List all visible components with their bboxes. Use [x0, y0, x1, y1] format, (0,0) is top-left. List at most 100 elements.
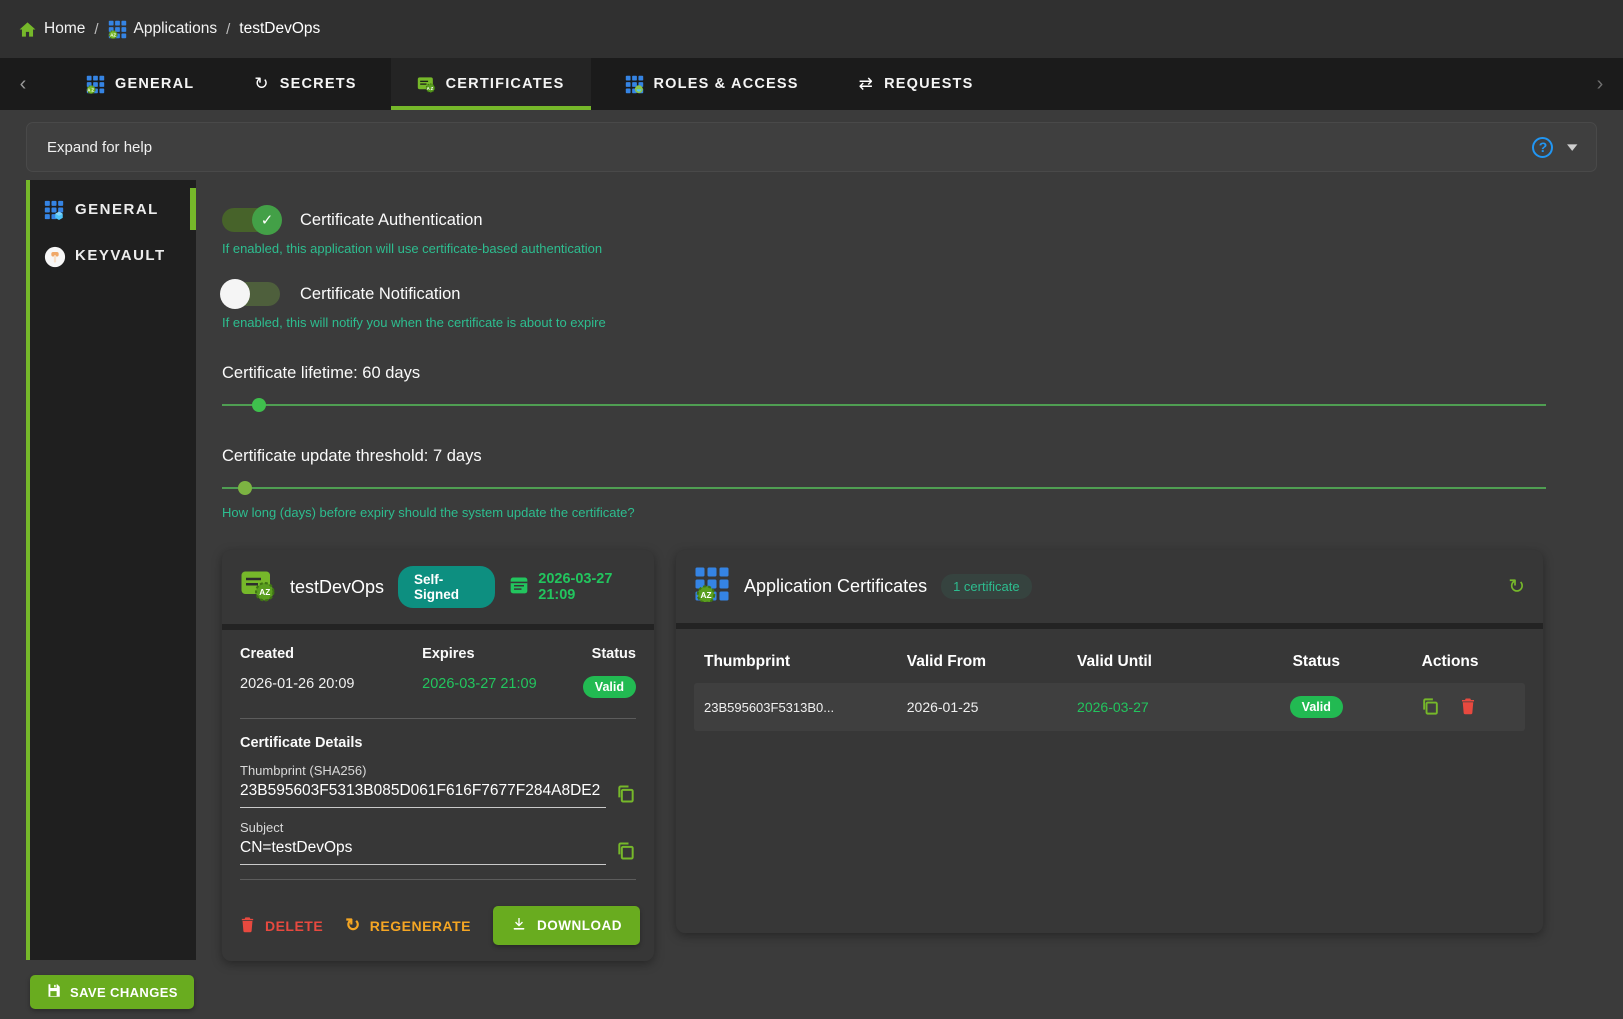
breadcrumb: Home / AZ Applications / testDevOps: [0, 0, 1623, 58]
certificates-table: Thumbprint Valid From Valid Until Status…: [676, 629, 1543, 749]
certificate-card-title: testDevOps: [290, 577, 384, 598]
sidebar-item-general[interactable]: GENERAL: [30, 186, 196, 232]
svg-text:AZ: AZ: [426, 85, 434, 90]
row-valid-until: 2026-03-27: [1077, 699, 1247, 715]
certificate-notification-toggle[interactable]: [222, 282, 280, 306]
general-grid-icon: AZ: [86, 75, 105, 94]
tab-bar: ‹ AZ GENERAL ↻ SECRETS AZ CERTIFICATES R…: [0, 58, 1623, 110]
tab-certificates[interactable]: AZ CERTIFICATES: [391, 58, 591, 110]
created-value: 2026-01-26 20:09: [240, 676, 422, 698]
created-label: Created: [240, 646, 422, 662]
divider: [240, 718, 636, 719]
divider: [240, 879, 636, 880]
calendar-icon: [509, 575, 529, 599]
status-badge: Valid: [583, 676, 636, 698]
tab-secrets[interactable]: ↻ SECRETS: [228, 58, 382, 110]
trash-icon: [239, 916, 256, 936]
certificate-count-badge: 1 certificate: [941, 574, 1031, 599]
expires-label: Expires: [422, 646, 569, 662]
regenerate-certificate-button[interactable]: ↻ REGENERATE: [345, 915, 471, 936]
chevron-down-icon[interactable]: ▾: [1568, 139, 1578, 155]
toggle-knob: [220, 279, 250, 309]
requests-transfer-icon: ⇄: [859, 74, 874, 94]
certificate-threshold-slider[interactable]: [222, 480, 1546, 496]
certificate-threshold-label: Certificate update threshold: 7 days: [222, 447, 1623, 466]
slider-thumb[interactable]: [238, 481, 252, 495]
col-valid-from: Valid From: [907, 653, 1077, 671]
certificate-authentication-toggle[interactable]: ✓: [222, 208, 280, 232]
help-icon[interactable]: ?: [1532, 137, 1553, 158]
copy-subject-icon[interactable]: [616, 841, 636, 861]
thumbprint-label: Thumbprint (SHA256): [222, 751, 654, 778]
expires-value: 2026-03-27 21:09: [422, 676, 569, 698]
certificate-notification-label: Certificate Notification: [300, 285, 460, 304]
status-label: Status: [569, 646, 636, 662]
download-icon: [511, 916, 527, 935]
home-icon: [18, 20, 37, 39]
row-status-badge: Valid: [1290, 696, 1343, 718]
breadcrumb-separator: /: [226, 21, 230, 38]
application-certificates-card: AZ Application Certificates 1 certificat…: [676, 550, 1543, 933]
subject-value: CN=testDevOps: [240, 839, 606, 865]
download-certificate-button[interactable]: DOWNLOAD: [493, 906, 640, 945]
general-section-icon: [44, 200, 63, 219]
certificate-card: AZ testDevOps Self-Signed 2026-03-27 21:…: [222, 550, 654, 961]
certificate-details-title: Certificate Details: [222, 733, 654, 751]
slider-thumb[interactable]: [252, 398, 266, 412]
breadcrumb-applications[interactable]: AZ Applications: [108, 20, 218, 39]
save-changes-button[interactable]: SAVE CHANGES: [30, 975, 194, 1009]
svg-text:AZ: AZ: [87, 87, 95, 92]
breadcrumb-current: testDevOps: [239, 20, 320, 38]
certificate-authentication-help: If enabled, this application will use ce…: [222, 241, 1623, 256]
save-icon: [46, 983, 61, 1001]
col-thumbprint: Thumbprint: [704, 653, 907, 671]
breadcrumb-separator: /: [94, 21, 98, 38]
certificates-icon: AZ: [417, 75, 436, 94]
col-actions: Actions: [1385, 653, 1515, 671]
certificate-threshold-help: How long (days) before expiry should the…: [222, 505, 1623, 520]
help-accordion-label: Expand for help: [47, 139, 152, 156]
subject-label: Subject: [222, 808, 654, 835]
sidebar-item-keyvault[interactable]: KEYVAULT: [30, 232, 196, 278]
thumbprint-value: 23B595603F5313B085D061F616F7677F284A8DE2: [240, 782, 606, 808]
tabs-scroll-right-icon[interactable]: ›: [1577, 58, 1623, 110]
refresh-icon[interactable]: ↻: [1508, 577, 1525, 597]
certificate-card-icon: AZ: [240, 567, 276, 608]
breadcrumb-home[interactable]: Home: [18, 20, 85, 39]
certificate-authentication-label: Certificate Authentication: [300, 211, 483, 230]
copy-row-icon[interactable]: [1421, 697, 1441, 717]
keyvault-icon: [44, 246, 63, 265]
col-valid-until: Valid Until: [1077, 653, 1247, 671]
self-signed-badge: Self-Signed: [398, 566, 495, 608]
row-valid-from: 2026-01-25: [907, 699, 1077, 715]
col-status: Status: [1247, 653, 1385, 671]
delete-row-icon[interactable]: [1459, 697, 1479, 717]
tab-roles-access[interactable]: ROLES & ACCESS: [599, 58, 825, 110]
svg-text:AZ: AZ: [110, 32, 116, 37]
applications-grid-icon: AZ: [108, 20, 127, 39]
application-certificates-title: Application Certificates: [744, 576, 927, 597]
certificate-lifetime-slider[interactable]: [222, 397, 1546, 413]
roles-grid-icon: [625, 75, 644, 94]
svg-text:AZ: AZ: [259, 588, 270, 597]
row-thumbprint: 23B595603F5313B0...: [704, 700, 907, 715]
delete-certificate-button[interactable]: DELETE: [239, 916, 323, 936]
certificate-expiry-date: 2026-03-27 21:09: [538, 571, 636, 603]
tab-general[interactable]: AZ GENERAL: [60, 58, 220, 110]
table-row: 23B595603F5313B0... 2026-01-25 2026-03-2…: [694, 683, 1525, 731]
certificate-notification-help: If enabled, this will notify you when th…: [222, 315, 1623, 330]
help-accordion[interactable]: Expand for help ? ▾: [26, 122, 1597, 172]
certificate-lifetime-label: Certificate lifetime: 60 days: [222, 364, 1623, 383]
certificates-content: ✓ Certificate Authentication If enabled,…: [196, 180, 1623, 961]
tab-requests[interactable]: ⇄ REQUESTS: [833, 58, 1000, 110]
copy-thumbprint-icon[interactable]: [616, 784, 636, 804]
toggle-check-icon: ✓: [252, 205, 282, 235]
regenerate-icon: ↻: [345, 915, 361, 936]
section-sidebar: GENERAL KEYVAULT: [26, 180, 196, 960]
secrets-refresh-icon: ↻: [254, 74, 269, 94]
application-certificates-icon: AZ: [694, 566, 730, 607]
slider-track: [222, 487, 1546, 489]
svg-text:AZ: AZ: [701, 591, 712, 600]
slider-track: [222, 404, 1546, 406]
tabs-scroll-left-icon[interactable]: ‹: [0, 58, 46, 110]
